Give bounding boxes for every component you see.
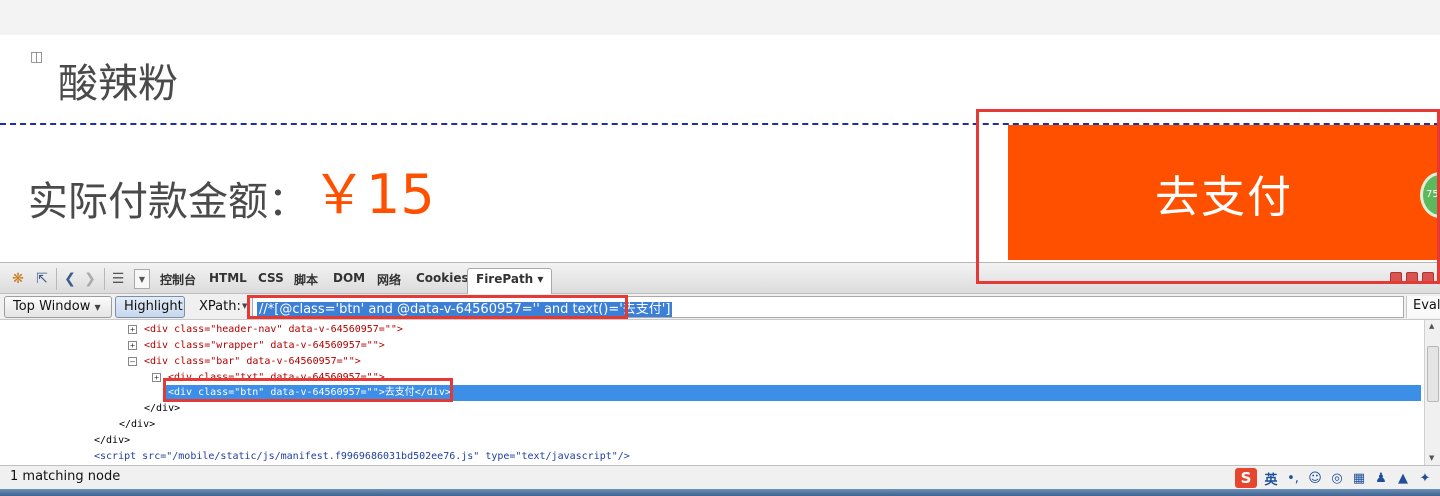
keyboard-icon[interactable]: ▦: [1351, 470, 1367, 486]
tab-css[interactable]: CSS: [258, 271, 284, 285]
tree-row[interactable]: – <div class="bar" data-v-64560957="">: [128, 354, 361, 370]
highlight-button[interactable]: Highlight: [115, 296, 185, 318]
tools-icon[interactable]: ✦: [1417, 470, 1433, 486]
menu-icon[interactable]: ☰: [108, 269, 128, 289]
tree-row[interactable]: <script src="/mobile/static/js/manifest.…: [94, 449, 630, 465]
xpath-dropdown-icon[interactable]: ▼: [242, 302, 247, 310]
product-name: 酸辣粉: [58, 61, 178, 107]
chevron-down-icon: ▼: [94, 303, 101, 312]
tab-html[interactable]: HTML: [209, 271, 247, 285]
ime-tray: S 英 •, ☺ ◎ ▦ ♟ ▲ ✦: [1235, 468, 1433, 488]
tab-network[interactable]: 网络: [377, 271, 401, 288]
bag-icon: ◫: [30, 49, 44, 65]
tree-scrollbar[interactable]: ▲ ▼: [1424, 320, 1440, 465]
firepath-toolbar: Top Window ▼ Highlight XPath: ▼ //*[@cla…: [0, 294, 1440, 320]
devtools-toolbar: ❋ ⇱ ❮ ❯ ☰ ▼ 控制台 HTML CSS 脚本 DOM 网络 Cooki…: [0, 262, 1440, 295]
status-bar: 1 matching node S 英 •, ☺ ◎ ▦ ♟ ▲ ✦: [0, 465, 1440, 489]
tree-row[interactable]: </div>: [94, 433, 130, 449]
emoji-icon[interactable]: ☺: [1307, 470, 1323, 486]
tab-console[interactable]: 控制台: [160, 271, 196, 288]
minimize-icon[interactable]: [1390, 272, 1402, 284]
tree-row[interactable]: + <div class="wrapper" data-v-64560957=""…: [128, 338, 385, 354]
skin-icon[interactable]: ▲: [1395, 470, 1411, 486]
match-status: 1 matching node: [10, 469, 121, 484]
xpath-label: XPath:: [199, 299, 241, 314]
sogou-icon[interactable]: S: [1235, 468, 1257, 488]
tree-row[interactable]: </div>: [119, 417, 155, 433]
tree-row[interactable]: </div>: [144, 401, 180, 417]
tree-row-selected[interactable]: <div class="btn" data-v-64560957="">去支付<…: [164, 385, 1421, 401]
scroll-down-icon[interactable]: ▼: [1429, 454, 1434, 462]
expand-icon[interactable]: +: [128, 324, 137, 334]
firebug-icon[interactable]: ❋: [8, 269, 28, 289]
expand-icon[interactable]: +: [128, 340, 137, 350]
scroll-up-icon[interactable]: ▲: [1429, 322, 1434, 330]
xpath-input-value: //*[@class='btn' and @data-v-64560957=''…: [257, 302, 673, 317]
dropdown-icon[interactable]: ▼: [134, 269, 150, 289]
page-top-strip: [0, 0, 1440, 35]
window-select-label: Top Window: [13, 299, 91, 314]
tab-script[interactable]: 脚本: [294, 271, 318, 288]
scrollbar-thumb[interactable]: [1427, 346, 1439, 402]
screenshot: { "page": { "product_icon": "bag-icon", …: [0, 0, 1440, 496]
tree-row[interactable]: + <div class="txt" data-v-64560957="">: [152, 370, 385, 386]
xpath-input[interactable]: //*[@class='btn' and @data-v-64560957=''…: [252, 296, 1404, 318]
ime-language[interactable]: 英: [1263, 470, 1279, 488]
toolbar-divider: [56, 268, 57, 290]
forward-icon[interactable]: ❯: [80, 269, 100, 289]
inspect-icon[interactable]: ⇱: [32, 269, 52, 289]
tree-row[interactable]: + <div class="header-nav" data-v-64560957…: [128, 322, 403, 338]
tab-firepath[interactable]: FirePath ▾: [467, 268, 553, 295]
product-section: [0, 35, 1440, 124]
pay-amount-label: 实际付款金额：: [28, 179, 308, 225]
restore-icon[interactable]: [1406, 272, 1418, 284]
pay-amount-value: ￥15: [312, 163, 435, 226]
punctuation-icon[interactable]: •,: [1285, 470, 1301, 486]
os-taskbar: [0, 489, 1440, 496]
pay-button[interactable]: 去支付: [1008, 125, 1440, 260]
toolbar-divider: [104, 268, 105, 290]
dom-tree: + <div class="header-nav" data-v-64560957…: [0, 320, 1424, 465]
tab-cookies[interactable]: Cookies: [416, 271, 469, 285]
window-select[interactable]: Top Window ▼: [4, 296, 112, 318]
collapse-icon[interactable]: –: [128, 356, 137, 366]
user-icon[interactable]: ♟: [1373, 470, 1389, 486]
microphone-icon[interactable]: ◎: [1329, 470, 1345, 486]
back-icon[interactable]: ❮: [60, 269, 80, 289]
tab-dom[interactable]: DOM: [333, 271, 365, 285]
eval-button[interactable]: Eval: [1406, 296, 1440, 318]
expand-icon[interactable]: +: [152, 372, 161, 382]
close-icon[interactable]: [1422, 272, 1434, 284]
